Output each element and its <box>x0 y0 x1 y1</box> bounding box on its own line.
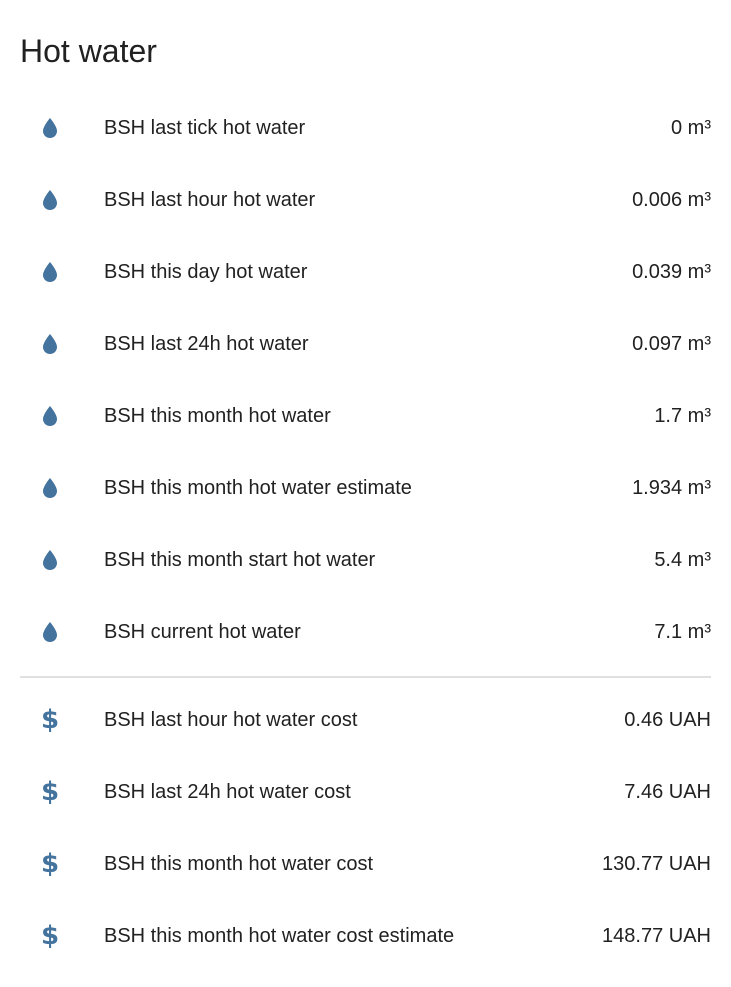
entity-name: BSH this month hot water <box>104 404 331 427</box>
entity-row-last-tick-hot-water[interactable]: BSH last tick hot water 0 m³ <box>20 92 711 164</box>
entity-state: 0.46 UAH <box>624 708 711 731</box>
entity-state: 0.097 m³ <box>632 332 711 355</box>
entity-state: 1.7 m³ <box>654 404 711 427</box>
entity-name: BSH last hour hot water cost <box>104 708 358 731</box>
entities-card: Hot water BSH last tick hot water 0 m³ B… <box>0 0 731 987</box>
entity-state: 130.77 UAH <box>602 852 711 875</box>
entity-row-this-month-hot-water-estimate[interactable]: BSH this month hot water estimate 1.934 … <box>20 452 711 524</box>
entity-row-this-day-hot-water[interactable]: BSH this day hot water 0.039 m³ <box>20 236 711 308</box>
entity-row-this-month-hot-water-cost[interactable]: $ BSH this month hot water cost 130.77 U… <box>20 828 711 900</box>
card-title: Hot water <box>20 33 157 69</box>
entity-name: BSH last 24h hot water cost <box>104 780 351 803</box>
dollar-icon: $ <box>40 921 60 951</box>
dollar-icon: $ <box>40 777 60 807</box>
entity-state: 5.4 m³ <box>654 548 711 571</box>
entity-row-this-month-hot-water[interactable]: BSH this month hot water 1.7 m³ <box>20 380 711 452</box>
entity-name: BSH this month hot water cost estimate <box>104 924 455 947</box>
entity-state: 0 m³ <box>671 116 711 139</box>
water-drop-icon <box>38 548 62 572</box>
section-divider <box>20 676 711 678</box>
entity-name: BSH this month hot water cost <box>104 852 374 875</box>
water-drop-icon <box>38 476 62 500</box>
entity-name: BSH current hot water <box>104 620 301 643</box>
water-drop-icon <box>38 116 62 140</box>
water-drop-icon <box>38 188 62 212</box>
entity-name: BSH this day hot water <box>104 260 308 283</box>
entity-row-current-hot-water[interactable]: BSH current hot water 7.1 m³ <box>20 596 711 668</box>
entity-name: BSH last tick hot water <box>104 116 306 139</box>
entity-row-last-hour-hot-water-cost[interactable]: $ BSH last hour hot water cost 0.46 UAH <box>20 684 711 756</box>
entity-row-this-month-start-hot-water[interactable]: BSH this month start hot water 5.4 m³ <box>20 524 711 596</box>
entity-row-last-24h-hot-water[interactable]: BSH last 24h hot water 0.097 m³ <box>20 308 711 380</box>
entity-state: 1.934 m³ <box>632 476 711 499</box>
entity-state: 7.46 UAH <box>624 780 711 803</box>
entity-row-last-24h-hot-water-cost[interactable]: $ BSH last 24h hot water cost 7.46 UAH <box>20 756 711 828</box>
water-drop-icon <box>38 332 62 356</box>
entity-name: BSH last 24h hot water <box>104 332 309 355</box>
dollar-icon: $ <box>40 705 60 735</box>
entity-state: 0.039 m³ <box>632 260 711 283</box>
water-drop-icon <box>38 260 62 284</box>
entity-name: BSH this month hot water estimate <box>104 476 412 499</box>
water-drop-icon <box>38 404 62 428</box>
entity-state: 148.77 UAH <box>602 924 711 947</box>
entity-name: BSH last hour hot water <box>104 188 316 211</box>
entity-row-last-hour-hot-water[interactable]: BSH last hour hot water 0.006 m³ <box>20 164 711 236</box>
water-drop-icon <box>38 620 62 644</box>
entity-name: BSH this month start hot water <box>104 548 376 571</box>
entity-state: 0.006 m³ <box>632 188 711 211</box>
entities-list: BSH last tick hot water 0 m³ BSH last ho… <box>20 92 711 972</box>
dollar-icon: $ <box>40 849 60 879</box>
entity-row-this-month-hot-water-cost-estimate[interactable]: $ BSH this month hot water cost estimate… <box>20 900 711 972</box>
entity-state: 7.1 m³ <box>654 620 711 643</box>
